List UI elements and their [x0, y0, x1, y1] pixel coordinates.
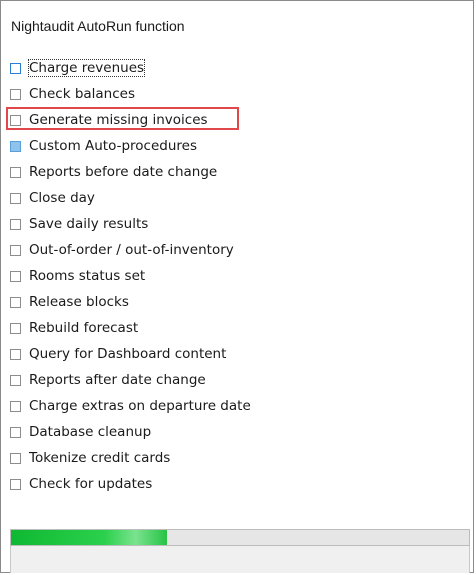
function-item[interactable]: Close day [10, 185, 251, 211]
function-checkbox[interactable] [10, 374, 21, 386]
autorun-function-list: Charge revenues Check balances Generate mi… [6, 55, 251, 497]
function-checkbox[interactable] [10, 218, 21, 230]
function-checkbox[interactable] [10, 426, 21, 438]
function-item[interactable]: Charge revenues [10, 55, 251, 81]
function-checkbox[interactable] [10, 478, 21, 490]
window-title: Nightaudit AutoRun function [11, 18, 185, 34]
function-item[interactable]: Database cleanup [10, 419, 251, 445]
function-label: Tokenize credit cards [29, 450, 171, 466]
function-checkbox[interactable] [10, 140, 21, 152]
function-item[interactable]: Rooms status set [10, 263, 251, 289]
function-checkbox[interactable] [10, 192, 21, 204]
function-checkbox[interactable] [10, 348, 21, 360]
function-label: Custom Auto-procedures [29, 138, 198, 154]
function-item[interactable]: Rebuild forecast [10, 315, 251, 341]
function-checkbox[interactable] [10, 296, 21, 308]
function-item[interactable]: Query for Dashboard content [10, 341, 251, 367]
function-item[interactable]: Release blocks [10, 289, 251, 315]
function-label: Save daily results [29, 216, 149, 232]
function-label: Rebuild forecast [29, 320, 139, 336]
function-checkbox[interactable] [10, 400, 21, 412]
progress-fill [11, 530, 167, 545]
function-item[interactable]: Check balances [10, 81, 251, 107]
function-checkbox[interactable] [10, 452, 21, 464]
function-checkbox[interactable] [10, 62, 21, 74]
function-label: Charge extras on departure date [29, 398, 251, 414]
function-item[interactable]: Tokenize credit cards [10, 445, 251, 471]
function-checkbox[interactable] [10, 166, 21, 178]
function-checkbox[interactable] [10, 88, 21, 100]
function-label: Check balances [29, 86, 136, 102]
function-item[interactable]: Charge extras on departure date [10, 393, 251, 419]
nightaudit-window: Nightaudit AutoRun function Charge reven… [0, 0, 474, 573]
function-checkbox[interactable] [10, 114, 21, 126]
function-label: Check for updates [29, 476, 153, 492]
function-item[interactable]: Reports before date change [10, 159, 251, 185]
function-item[interactable]: Generate missing invoices [6, 107, 251, 133]
function-label: Charge revenues [27, 59, 146, 77]
function-label: Out-of-order / out-of-inventory [29, 242, 234, 258]
function-label: Database cleanup [29, 424, 152, 440]
function-label: Close day [29, 190, 95, 206]
function-label: Rooms status set [29, 268, 146, 284]
function-item[interactable]: Reports after date change [10, 367, 251, 393]
function-item[interactable]: Custom Auto-procedures [10, 133, 251, 159]
progress-bar [10, 529, 470, 546]
function-label: Reports before date change [29, 164, 218, 180]
status-bar [10, 546, 470, 573]
function-checkbox[interactable] [10, 244, 21, 256]
function-checkbox[interactable] [10, 322, 21, 334]
function-item[interactable]: Save daily results [10, 211, 251, 237]
function-label: Generate missing invoices [29, 112, 208, 128]
function-label: Query for Dashboard content [29, 346, 227, 362]
function-checkbox[interactable] [10, 270, 21, 282]
function-item[interactable]: Out-of-order / out-of-inventory [10, 237, 251, 263]
function-label: Release blocks [29, 294, 129, 310]
function-label: Reports after date change [29, 372, 206, 388]
function-item[interactable]: Check for updates [10, 471, 251, 497]
